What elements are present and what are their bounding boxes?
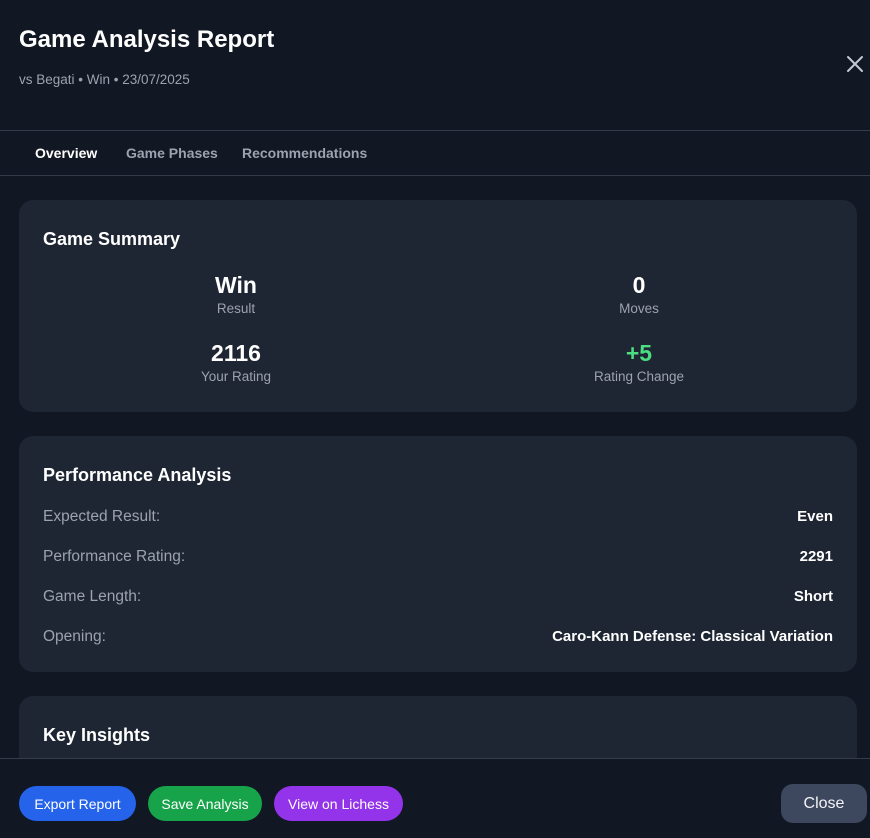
- stat-moves: 0 Moves: [489, 271, 789, 316]
- close-button[interactable]: Close: [781, 784, 867, 823]
- stat-label: Your Rating: [200, 369, 272, 384]
- save-analysis-button[interactable]: Save Analysis: [148, 786, 262, 821]
- performance-analysis-title: Performance Analysis: [43, 465, 232, 485]
- stat-value: +5: [625, 340, 653, 366]
- modal-footer: Export Report Save Analysis View on Lich…: [0, 758, 870, 838]
- stat-label: Result: [216, 301, 256, 316]
- game-summary-title: Game Summary: [43, 229, 181, 249]
- close-icon[interactable]: [843, 52, 867, 76]
- detail-value: Caro-Kann Defense: Classical Variation: [552, 628, 833, 645]
- game-summary-card: Game Summary Win Result 0 Moves 2116 You…: [19, 200, 857, 412]
- key-insights-card: Key Insights: [19, 696, 857, 758]
- modal-content[interactable]: Game Summary Win Result 0 Moves 2116 You…: [0, 176, 870, 758]
- detail-label: Performance Rating:: [43, 548, 186, 565]
- detail-row-performance-rating: Performance Rating: 2291: [43, 548, 833, 568]
- analysis-modal: Game Analysis Report vs Begati • Win • 2…: [0, 0, 870, 838]
- key-insights-title: Key Insights: [43, 725, 151, 745]
- detail-row-opening: Opening: Caro-Kann Defense: Classical Va…: [43, 628, 833, 648]
- detail-row-expected-result: Expected Result: Even: [43, 508, 833, 528]
- stat-result: Win Result: [86, 271, 386, 316]
- stat-label: Rating Change: [593, 369, 685, 384]
- stat-your-rating: 2116 Your Rating: [86, 339, 386, 384]
- stat-value: 0: [632, 272, 646, 298]
- tab-bar: Overview Game Phases Recommendations: [0, 131, 870, 176]
- export-report-button[interactable]: Export Report: [19, 786, 136, 821]
- tab-game-phases[interactable]: Game Phases: [126, 145, 218, 161]
- game-subtitle: vs Begati • Win • 23/07/2025: [19, 72, 190, 87]
- detail-row-game-length: Game Length: Short: [43, 588, 833, 608]
- stat-rating-change: +5 Rating Change: [489, 339, 789, 384]
- detail-label: Opening:: [43, 628, 106, 645]
- detail-value: Short: [793, 588, 833, 605]
- stat-value: 2116: [211, 340, 261, 366]
- tab-recommendations[interactable]: Recommendations: [242, 145, 367, 161]
- stat-label: Moves: [619, 301, 659, 316]
- detail-value: Even: [797, 508, 833, 525]
- tab-overview[interactable]: Overview: [35, 145, 97, 161]
- modal-header: Game Analysis Report vs Begati • Win • 2…: [0, 0, 870, 131]
- detail-value: 2291: [799, 548, 833, 565]
- detail-label: Game Length:: [43, 588, 142, 605]
- stat-value: Win: [215, 272, 257, 298]
- page-title: Game Analysis Report: [19, 26, 275, 53]
- detail-label: Expected Result:: [43, 508, 161, 525]
- performance-analysis-card: Performance Analysis Expected Result: Ev…: [19, 436, 857, 672]
- view-on-lichess-button[interactable]: View on Lichess: [274, 786, 403, 821]
